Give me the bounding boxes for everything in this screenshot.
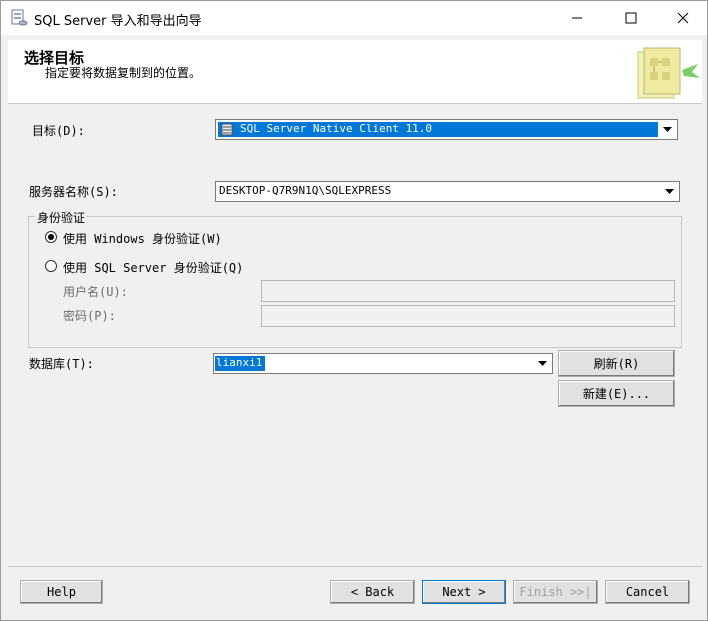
password-label: 密码(P): xyxy=(63,309,116,323)
password-field[interactable] xyxy=(261,305,675,327)
footer-divider xyxy=(8,566,702,567)
database-label: 数据库(T): xyxy=(29,357,94,371)
target-dropdown[interactable]: SQL Server Native Client 11.0 xyxy=(215,119,678,140)
database-value[interactable]: lianxi1 xyxy=(216,356,262,369)
finish-button[interactable]: Finish >>| xyxy=(513,580,598,604)
close-button[interactable] xyxy=(660,1,706,35)
refresh-button[interactable]: 刷新(R) xyxy=(558,350,675,377)
wizard-logo-icon xyxy=(632,44,702,104)
new-database-button[interactable]: 新建(E)... xyxy=(558,380,675,407)
next-button[interactable]: Next > xyxy=(422,580,506,604)
sql-auth-label[interactable]: 使用 SQL Server 身份验证(Q) xyxy=(63,259,243,276)
server-name-combobox[interactable]: DESKTOP-Q7R9N1Q\SQLEXPRESS xyxy=(215,181,680,202)
page-subtitle: 指定要将数据复制到的位置。 xyxy=(45,66,202,80)
server-name-label: 服务器名称(S): xyxy=(29,185,118,199)
back-button[interactable]: < Back xyxy=(330,580,415,604)
target-label: 目标(D): xyxy=(32,124,85,138)
sql-auth-radio[interactable] xyxy=(45,260,57,272)
server-name-value[interactable]: DESKTOP-Q7R9N1Q\SQLEXPRESS xyxy=(219,184,391,197)
chevron-down-icon[interactable] xyxy=(534,355,551,372)
wizard-window: SQL Server 导入和导出向导 选择目标 指定要将数据复制到的位置。 目标… xyxy=(0,0,708,621)
window-title: SQL Server 导入和导出向导 xyxy=(34,14,202,29)
cancel-button[interactable]: Cancel xyxy=(605,580,690,604)
username-field[interactable] xyxy=(261,280,675,302)
data-source-icon xyxy=(221,123,233,136)
target-value: SQL Server Native Client 11.0 xyxy=(240,122,433,135)
wizard-header: 选择目标 指定要将数据复制到的位置。 xyxy=(8,40,702,104)
authentication-group-title: 身份验证 xyxy=(35,209,88,226)
help-button[interactable]: Help xyxy=(20,580,103,604)
username-label: 用户名(U): xyxy=(63,285,128,299)
minimize-icon xyxy=(572,17,582,19)
app-icon xyxy=(10,9,28,27)
chevron-down-icon[interactable] xyxy=(661,183,678,200)
close-icon xyxy=(677,12,689,24)
windows-auth-label[interactable]: 使用 Windows 身份验证(W) xyxy=(63,230,222,247)
maximize-button[interactable] xyxy=(608,1,654,35)
minimize-button[interactable] xyxy=(554,1,600,35)
chevron-down-icon[interactable] xyxy=(659,121,676,138)
database-combobox[interactable]: lianxi1 xyxy=(213,353,553,374)
windows-auth-radio[interactable] xyxy=(45,231,57,243)
maximize-icon xyxy=(625,12,637,24)
title-bar: SQL Server 导入和导出向导 xyxy=(1,1,707,35)
